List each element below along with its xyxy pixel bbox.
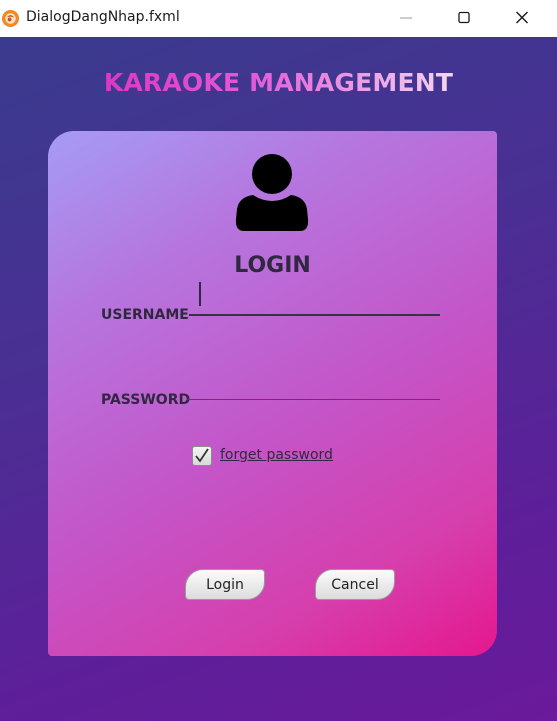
window-titlebar: DialogDangNhap.fxml [0,0,557,38]
user-icon [235,154,309,231]
close-button[interactable] [494,0,552,37]
username-label: USERNAME [101,307,189,323]
minimize-button[interactable] [378,0,436,37]
forget-password-checkbox[interactable] [192,446,212,466]
checkmark-icon [195,448,209,463]
login-button[interactable]: Login [185,569,265,600]
app-title: KARAOKE MANAGEMENT [0,68,557,97]
window-title: DialogDangNhap.fxml [26,9,180,25]
login-heading: LOGIN [234,253,311,278]
password-field[interactable] [187,375,440,400]
dialog-content: KARAOKE MANAGEMENT LOGIN USERNAME PASSWO… [0,37,557,721]
forget-password-link[interactable]: forget password [220,447,333,463]
login-card: LOGIN USERNAME PASSWORD forget password … [48,131,497,656]
text-caret [199,282,201,306]
minimize-icon [400,17,412,19]
cancel-button[interactable]: Cancel [315,569,395,600]
username-field[interactable] [189,290,440,316]
close-icon [516,11,528,24]
maximize-button[interactable] [436,0,494,37]
app-icon [1,9,20,28]
maximize-icon [458,11,470,24]
password-label: PASSWORD [101,392,191,408]
